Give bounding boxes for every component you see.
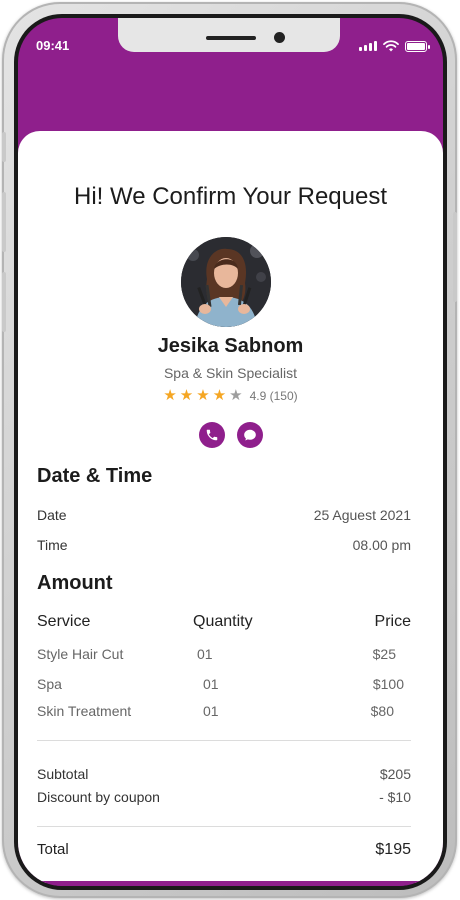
table-row: Skin Treatment 01 $80 [37,703,411,721]
rating: ★ ★ ★ ★ ★ 4.9 (150) [18,388,443,404]
time-value: 08.00 pm [352,537,411,553]
price-cell: $25 [372,646,396,662]
contact-actions [18,422,443,448]
status-icons [359,40,430,52]
table-row: Style Hair Cut 01 $25 [37,646,411,664]
service-cell: Style Hair Cut [37,646,124,662]
date-time-title: Date & Time [37,465,153,487]
service-column-header: Service [37,613,91,630]
chat-icon [243,429,256,441]
specialist-name: Jesika Sabnom [157,335,304,357]
specialist-photo [181,237,271,327]
total-row: Total $195 [37,841,411,863]
divider [37,740,411,741]
service-cell: Spa [37,676,62,692]
star-icon: ★ [212,387,227,404]
volume-down-button [2,272,6,332]
wifi-icon [383,40,399,52]
star-icon: ★ [179,387,194,404]
volume-up-button [2,192,6,252]
discount-row: Discount by coupon - $10 [37,789,411,807]
specialist-role: Spa & Skin Specialist [163,365,298,381]
price-cell: $80 [370,703,394,719]
mute-switch [2,132,6,162]
date-row: Date 25 Aguest 2021 [37,507,411,525]
total-value: $195 [375,841,411,858]
message-button[interactable] [236,422,263,448]
status-bar: 09:41 [18,18,443,62]
total-label: Total [37,841,69,858]
speaker [206,36,256,40]
star-icon: ★ [229,387,243,404]
date-value: 25 Aguest 2021 [313,507,411,523]
amount-header-row: Service Quantity Price [37,613,411,633]
rating-text: 4.9 (150) [249,389,298,403]
price-column-header: Price [374,613,411,630]
subtotal-value: $205 [379,766,411,782]
star-icon: ★ [163,387,177,404]
subtotal-label: Subtotal [37,766,89,782]
service-cell: Skin Treatment [37,703,132,719]
quantity-cell: 01 [203,676,219,692]
subtotal-row: Subtotal $205 [37,766,411,784]
confirmation-card: Hi! We Confirm Your Request Jesika Sabno… [18,131,443,883]
table-row: Spa 01 $100 [37,676,411,694]
avatar [181,237,271,327]
time-row: Time 08.00 pm [37,537,411,555]
call-button[interactable] [198,422,225,448]
date-label: Date [37,507,67,523]
discount-value: - $10 [379,789,411,805]
quantity-cell: 01 [197,646,213,662]
quantity-cell: 01 [203,703,219,719]
phone-icon [206,429,217,441]
battery-icon [405,40,430,52]
signal-icon [359,41,377,51]
phone-bezel: 09:41 Hi! We Confirm Your Request Jesika… [14,14,447,890]
star-icon: ★ [196,387,210,404]
power-button [453,212,457,302]
phone-frame: 09:41 Hi! We Confirm Your Request Jesika… [2,2,457,898]
price-cell: $100 [372,676,404,692]
amount-title: Amount [37,572,113,594]
page-title: Hi! We Confirm Your Request [73,183,388,210]
time-label: Time [37,537,68,553]
status-time: 09:41 [36,38,70,53]
bottom-strip [18,881,443,886]
quantity-column-header: Quantity [193,613,253,630]
divider [37,826,411,827]
notch [118,18,340,52]
screen: 09:41 Hi! We Confirm Your Request Jesika… [18,18,443,886]
front-camera [274,32,285,43]
discount-label: Discount by coupon [37,789,160,805]
